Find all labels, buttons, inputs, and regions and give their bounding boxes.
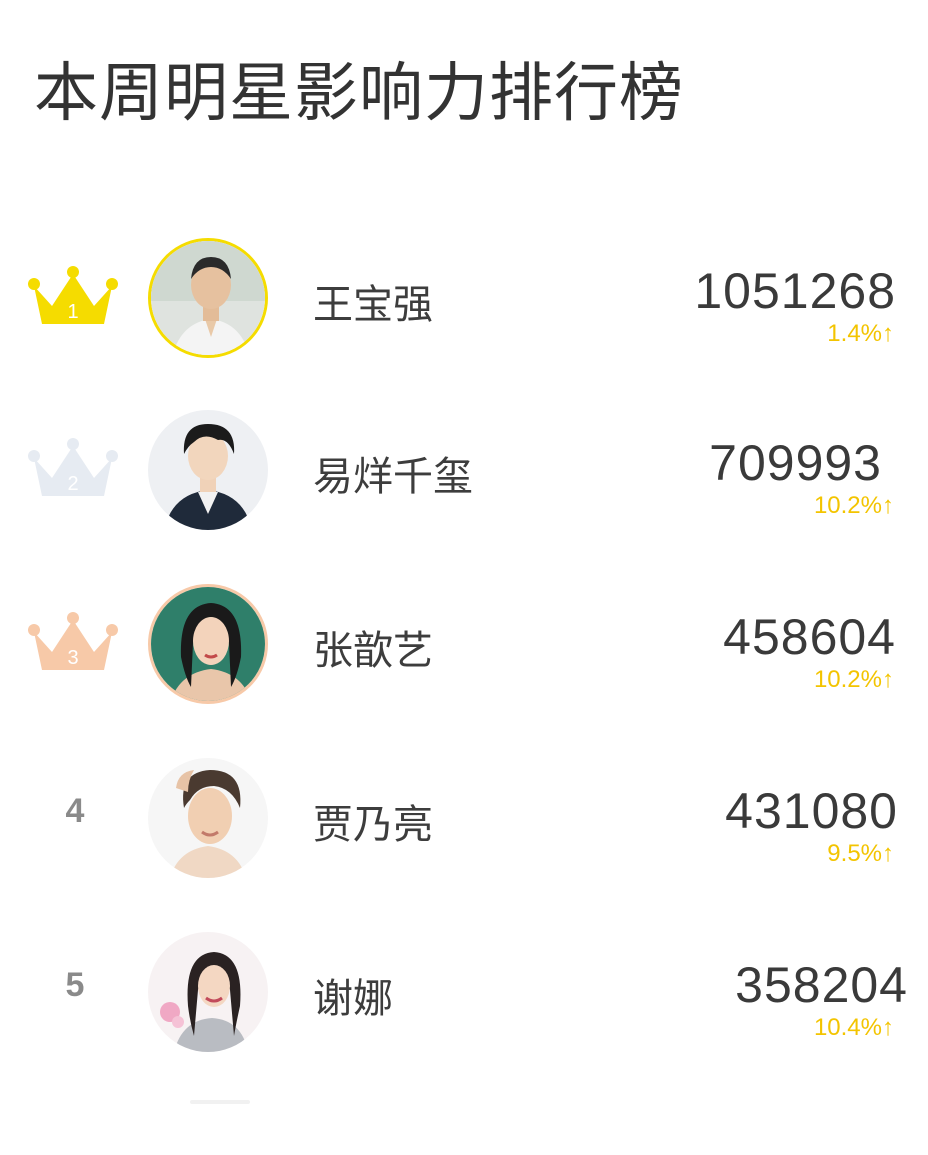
star-name[interactable]: 谢娜 xyxy=(313,966,393,1024)
growth-rate: 10.4%↑ xyxy=(813,1014,894,1041)
ranking-row-1[interactable]: 1 王宝强 1051268 1.4%↑ xyxy=(0,232,928,362)
avatar[interactable] xyxy=(148,932,268,1052)
growth-rate: 10.2%↑ xyxy=(813,666,894,693)
score-value: 431080 xyxy=(725,783,898,839)
bronze-crown-icon: 3 xyxy=(28,612,118,676)
avatar[interactable] xyxy=(148,584,268,704)
growth-rate: 10.2%↑ xyxy=(813,492,894,519)
rank-number: 4 xyxy=(65,792,85,830)
avatar[interactable] xyxy=(148,410,268,530)
rank-number: 2 xyxy=(67,473,78,495)
score-value: 709993 xyxy=(709,435,882,491)
rank-number: 3 xyxy=(67,647,78,669)
page-title: 本周明星影响力排行榜 xyxy=(34,57,684,131)
silver-crown-icon: 2 xyxy=(28,438,118,502)
avatar[interactable] xyxy=(148,238,268,358)
rank-number: 5 xyxy=(65,966,85,1004)
avatar[interactable] xyxy=(148,758,268,878)
ranking-row-2[interactable]: 2 易烊千玺 709993 10.2%↑ xyxy=(0,404,928,534)
rank-number: 1 xyxy=(67,301,78,323)
divider xyxy=(190,1100,250,1104)
growth-rate: 1.4%↑ xyxy=(827,320,894,347)
score-value: 358204 xyxy=(735,957,908,1013)
star-name[interactable]: 王宝强 xyxy=(313,272,433,330)
ranking-row-4[interactable]: 4 贾乃亮 431080 9.5%↑ xyxy=(0,752,928,882)
growth-rate: 9.5%↑ xyxy=(827,840,894,867)
star-name[interactable]: 张歆艺 xyxy=(313,618,433,676)
ranking-row-3[interactable]: 3 张歆艺 458604 10.2%↑ xyxy=(0,578,928,708)
ranking-row-5[interactable]: 5 谢娜 358204 10.4%↑ xyxy=(0,926,928,1056)
score-value: 1051268 xyxy=(694,263,896,319)
star-name[interactable]: 易烊千玺 xyxy=(313,444,473,502)
star-name[interactable]: 贾乃亮 xyxy=(313,792,433,850)
gold-crown-icon: 1 xyxy=(28,266,118,330)
score-value: 458604 xyxy=(723,609,896,665)
